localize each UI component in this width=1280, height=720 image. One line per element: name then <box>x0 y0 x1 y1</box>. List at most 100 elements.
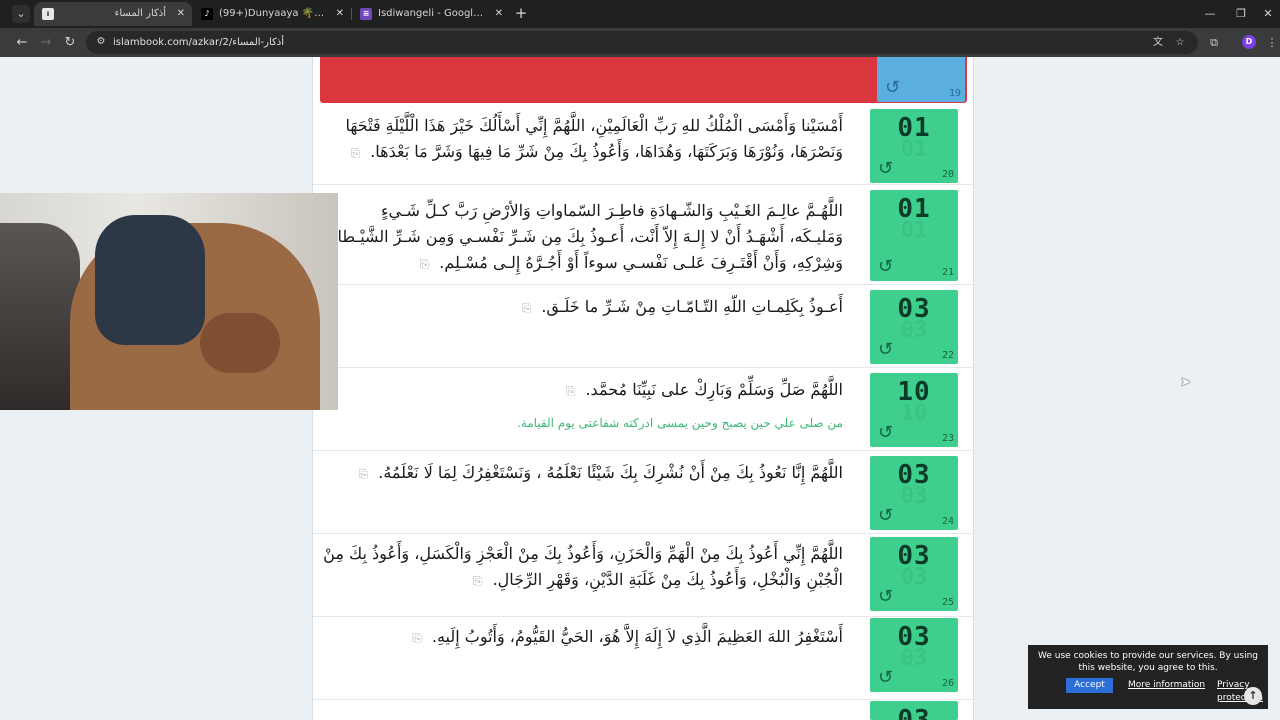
zikr-row: اللَّهُمَّ صَلِّ وَسَلِّمْ وَبَارِكْ على… <box>313 369 973 451</box>
reset-icon[interactable]: ↺ <box>878 506 898 526</box>
zikr-text-content: أَسْتَغْفِرُ اللهَ العَظِيمَ الَّذِي لاَ… <box>431 627 843 646</box>
reload-button[interactable]: ↻ <box>60 33 80 53</box>
tab-title: (99+)Dunyaaya 🌴 (@miss.day... <box>219 8 325 19</box>
counter-value: 03 <box>897 705 931 720</box>
close-icon[interactable]: ✕ <box>177 2 185 26</box>
zikr-counter[interactable]: 03 03 ↺ 24 <box>870 456 958 530</box>
zikr-index: 19 <box>948 88 961 99</box>
reset-icon[interactable]: ↺ <box>878 423 898 443</box>
zikr-row: اللَّهُمَّ إِنَّا نَعُوذُ بِكَ مِنْ أَنْ… <box>313 452 973 534</box>
arrow-left-icon: ← <box>16 35 28 50</box>
tiktok-favicon-icon: ♪ <box>201 8 213 20</box>
webcam-hand <box>200 313 280 373</box>
islambook-favicon-icon: ı <box>42 8 54 20</box>
zikr-row: أَسْتَغْفِرُ اللهَ العَظِيمَ الَّذِي لاَ… <box>313 618 973 700</box>
more-information-link[interactable]: More information <box>1128 679 1205 692</box>
close-icon: ✕ <box>1263 7 1273 20</box>
site-info-icon[interactable]: ⚙ <box>94 35 108 49</box>
scroll-to-top-button[interactable]: ↑ <box>1244 687 1262 705</box>
tab-search-button[interactable]: ⌄ <box>12 5 30 23</box>
forward-button[interactable]: → <box>36 33 56 53</box>
share-icon[interactable]: ⎘ <box>352 468 369 480</box>
zikr-row: اللَّهُـمَّ عالِـمَ الغَـيْبِ وَالشّـهاد… <box>313 186 973 285</box>
url-text: islambook.com/azkar/2/أذكار-المساء <box>113 37 285 48</box>
tab-tiktok[interactable]: ♪ (99+)Dunyaaya 🌴 (@miss.day... ✕ <box>193 2 351 26</box>
zikr-index: 25 <box>941 597 954 608</box>
browser-toolbar: ← → ↻ ⚙ islambook.com/azkar/2/أذكار-المس… <box>0 28 1280 57</box>
zikr-index: 26 <box>941 678 954 689</box>
zikr-counter[interactable]: 03 ↺ 19 <box>877 57 965 102</box>
zikr-text: أَعـوذُ بِكَلِمـاتِ اللّهِ التّـامّـاتِ … <box>323 294 843 320</box>
zikr-counter[interactable]: 10 10 ↺ 23 <box>870 373 958 447</box>
azkar-list: 03 ↺ 19 أَمْسَيْنا وَأَمْسَى الْمُلْكُ ل… <box>312 57 974 720</box>
counter-value: 03 <box>877 57 965 62</box>
close-window-button[interactable]: ✕ <box>1258 4 1278 24</box>
zikr-text: أَمْسَيْنا وَأَمْسَى الْمُلْكُ للهِ رَبِ… <box>323 113 843 165</box>
tab-title: أذكار المساء <box>114 8 166 19</box>
share-icon[interactable]: ⎘ <box>559 385 576 397</box>
reset-icon[interactable]: ↺ <box>878 159 898 179</box>
reset-icon[interactable]: ↺ <box>878 668 898 688</box>
zikr-row: أَمْسَيْنا وَأَمْسَى الْمُلْكُ للهِ رَبِ… <box>313 103 973 185</box>
share-icon[interactable]: ⎘ <box>467 575 483 587</box>
zikr-row-highlighted: 03 ↺ 19 <box>320 57 967 103</box>
page-viewport: 03 ↺ 19 أَمْسَيْنا وَأَمْسَى الْمُلْكُ ل… <box>0 57 1280 720</box>
bookmark-star-icon[interactable]: ☆ <box>1172 35 1188 50</box>
zikr-text-content: اللَّهُمَّ إِنِّي أَعُوذُ بِكَ مِنْ الْه… <box>323 544 843 589</box>
zikr-row: اللَّهُمَّ إِنِّي أَعُوذُ بِكَ مِنْ الْه… <box>313 535 973 617</box>
share-icon[interactable]: ⎘ <box>344 147 361 159</box>
cookie-banner: We use cookies to provide our services. … <box>1028 645 1268 709</box>
profile-avatar[interactable]: D <box>1242 35 1256 49</box>
translate-icon[interactable]: ⽂ <box>1150 35 1166 50</box>
minimize-icon: — <box>1204 7 1216 20</box>
close-icon[interactable]: ✕ <box>336 2 344 26</box>
share-icon[interactable]: ⎘ <box>413 258 430 270</box>
reset-icon[interactable]: ↺ <box>878 257 898 277</box>
zikr-text: اللَّهُمَّ إِنِّي أَعُوذُ بِكَ مِنْ الْه… <box>323 541 843 593</box>
address-bar[interactable]: ⚙ islambook.com/azkar/2/أذكار-المساء ⽂ ☆ <box>86 31 1198 54</box>
extensions-button[interactable]: ⧉ <box>1204 33 1224 53</box>
zikr-counter[interactable]: 03 <box>870 701 958 720</box>
zikr-counter[interactable]: 03 03 ↺ 22 <box>870 290 958 364</box>
zikr-text-content: اللَّهُمَّ إِنَّا نَعُوذُ بِكَ مِنْ أَنْ… <box>378 463 843 482</box>
cookie-accept-button[interactable]: Accept <box>1066 678 1113 693</box>
zikr-text-content: اللَّهُـمَّ عالِـمَ الغَـيْبِ وَالشّـهاد… <box>325 201 843 272</box>
reset-icon[interactable]: ↺ <box>878 587 898 607</box>
zikr-index: 20 <box>941 169 954 180</box>
zikr-text-content: أَمْسَيْنا وَأَمْسَى الْمُلْكُ للهِ رَبِ… <box>345 116 843 161</box>
zikr-index: 24 <box>941 516 954 527</box>
reset-icon[interactable]: ↺ <box>878 340 898 360</box>
zikr-counter[interactable]: 01 01 ↺ 21 <box>870 190 958 281</box>
zikr-counter[interactable]: 03 03 ↺ 25 <box>870 537 958 611</box>
restore-button[interactable]: ❐ <box>1231 4 1251 24</box>
zikr-index: 23 <box>941 433 954 444</box>
minimize-button[interactable]: — <box>1200 4 1220 24</box>
new-tab-button[interactable]: + <box>512 4 530 22</box>
cookie-message: We use cookies to provide our services. … <box>1038 651 1258 673</box>
reset-icon[interactable]: ↺ <box>885 78 905 98</box>
zikr-note: من صلى علي حين يصبح وحين يمسى ادركته شفا… <box>516 416 843 430</box>
zikr-row: أَعـوذُ بِكَلِمـاتِ اللّهِ التّـامّـاتِ … <box>313 286 973 368</box>
arrow-right-icon: → <box>40 35 52 50</box>
zikr-index: 21 <box>941 267 954 278</box>
zikr-counter[interactable]: 03 03 ↺ 26 <box>870 618 958 692</box>
tab-azkar[interactable]: ı أذكار المساء ✕ <box>34 2 192 26</box>
google-forms-favicon-icon: ≡ <box>360 8 372 20</box>
tab-title: Isdiwangeli - Google Forms <box>378 8 484 19</box>
zikr-text: أَسْتَغْفِرُ اللهَ العَظِيمَ الَّذِي لاَ… <box>323 624 843 650</box>
tab-google-forms[interactable]: ≡ Isdiwangeli - Google Forms ✕ <box>352 2 510 26</box>
webcam-face-veil <box>95 215 205 345</box>
webcam-overlay <box>0 193 338 410</box>
share-icon[interactable]: ⎘ <box>515 302 532 314</box>
restore-icon: ❐ <box>1236 7 1246 20</box>
share-icon[interactable]: ⎘ <box>406 632 422 644</box>
zikr-text: اللَّهُـمَّ عالِـمَ الغَـيْبِ وَالشّـهاد… <box>323 198 843 276</box>
back-button[interactable]: ← <box>12 33 32 53</box>
zikr-row: 03 <box>313 701 973 720</box>
puzzle-icon: ⧉ <box>1210 36 1218 49</box>
tab-strip: ⌄ ı أذكار المساء ✕ ♪ (99+)Dunyaaya 🌴 (@m… <box>0 0 1280 28</box>
close-icon[interactable]: ✕ <box>495 2 503 26</box>
zikr-counter[interactable]: 01 01 ↺ 20 <box>870 109 958 183</box>
zikr-text-content: اللَّهُمَّ صَلِّ وَسَلِّمْ وَبَارِكْ على… <box>585 380 843 399</box>
chrome-menu-button[interactable]: ⋮ <box>1262 33 1280 53</box>
